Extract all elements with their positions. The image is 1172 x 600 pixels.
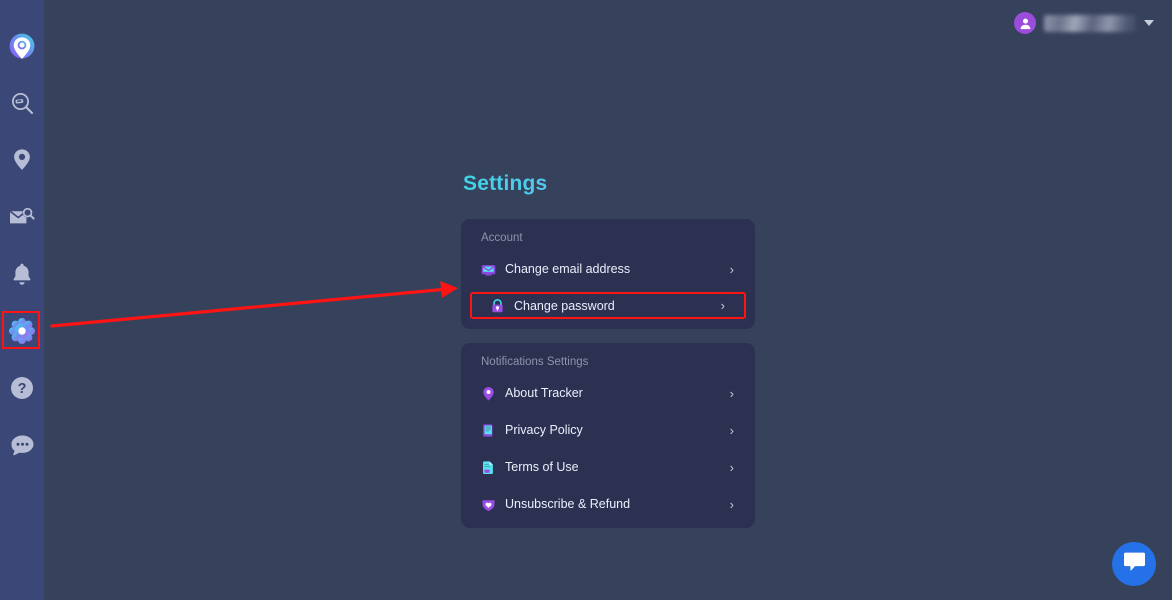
- map-pin-icon: [481, 386, 496, 401]
- terms-document-icon: [481, 460, 496, 475]
- email-card-icon: [481, 262, 496, 277]
- sidebar-item-phone-lookup[interactable]: [4, 85, 40, 121]
- privacy-document-icon: [481, 423, 496, 438]
- svg-text:?: ?: [18, 381, 27, 397]
- bell-icon: [11, 262, 33, 286]
- chat-dots-icon: [10, 434, 35, 457]
- chat-support-button[interactable]: [1112, 542, 1156, 586]
- main-content: Settings Account Change email address ›: [44, 46, 1172, 600]
- chevron-right-icon: ›: [729, 459, 734, 475]
- account-card-title: Account: [481, 232, 523, 244]
- row-privacy-policy[interactable]: Privacy Policy ›: [461, 416, 755, 444]
- chevron-right-icon: ›: [729, 422, 734, 438]
- row-label: Unsubscribe & Refund: [505, 497, 631, 511]
- chevron-right-icon: ›: [729, 496, 734, 512]
- row-terms-of-use[interactable]: Terms of Use ›: [461, 453, 755, 481]
- topbar: [44, 0, 1172, 46]
- avatar: [1014, 12, 1036, 34]
- sidebar-item-notifications[interactable]: [4, 256, 40, 292]
- sidebar-item-email-lookup[interactable]: [4, 199, 40, 235]
- phone-search-icon: [10, 91, 35, 116]
- location-pin-icon: [11, 148, 33, 173]
- row-label: Change password: [514, 298, 615, 313]
- settings-column: Settings Account Change email address ›: [461, 172, 755, 542]
- sidebar: ?: [0, 0, 44, 600]
- help-question-icon: ?: [10, 376, 34, 400]
- sidebar-item-location[interactable]: [4, 142, 40, 178]
- user-menu[interactable]: [1014, 12, 1154, 34]
- sidebar-item-logo[interactable]: [4, 28, 40, 64]
- sidebar-item-help[interactable]: ?: [4, 370, 40, 406]
- row-label: Privacy Policy: [505, 423, 583, 437]
- row-label: Terms of Use: [505, 460, 579, 474]
- chevron-right-icon: ›: [729, 385, 734, 401]
- row-unsubscribe-refund[interactable]: Unsubscribe & Refund ›: [461, 490, 755, 518]
- app-logo-icon: [8, 32, 36, 60]
- sidebar-item-chat[interactable]: [4, 427, 40, 463]
- envelope-search-icon: [9, 206, 35, 228]
- chat-bubble-icon: [1123, 551, 1146, 577]
- chevron-down-icon[interactable]: [1144, 20, 1154, 26]
- heart-shield-icon: [481, 497, 496, 512]
- sidebar-item-settings[interactable]: [2, 311, 40, 349]
- page-title: Settings: [463, 172, 755, 196]
- row-label: About Tracker: [505, 386, 583, 400]
- lock-icon: [490, 298, 505, 313]
- row-about-tracker[interactable]: About Tracker ›: [461, 379, 755, 407]
- chevron-right-icon: ›: [729, 261, 734, 277]
- row-change-email-address[interactable]: Change email address ›: [461, 255, 755, 283]
- notifications-settings-card: Notifications Settings About Tracker › P…: [461, 343, 755, 528]
- username-label: [1044, 14, 1136, 32]
- notifications-card-title: Notifications Settings: [481, 356, 589, 368]
- chevron-right-icon: ›: [720, 298, 725, 313]
- row-label: Change email address: [505, 262, 631, 276]
- settings-gear-icon: [9, 318, 35, 344]
- account-card: Account Change email address › Change pa…: [461, 219, 755, 329]
- row-change-password[interactable]: Change password ›: [470, 292, 746, 319]
